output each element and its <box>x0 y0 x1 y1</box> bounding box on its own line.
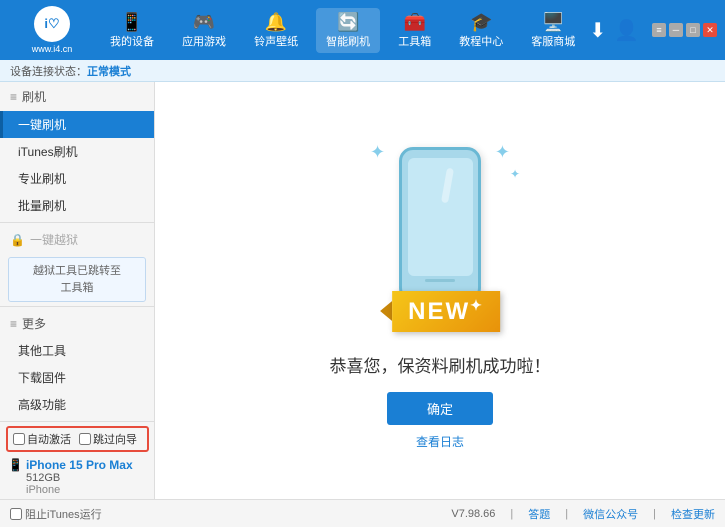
batch-flash-label: 批量刷机 <box>18 199 66 213</box>
sidebar-more-section: ≡ 更多 <box>0 310 154 337</box>
nav-toolbox[interactable]: 🧰 工具箱 <box>388 8 441 53</box>
nav-ringtones-label: 铃声壁纸 <box>254 33 298 49</box>
nav-apps-games[interactable]: 🎮 应用游戏 <box>172 8 236 53</box>
banner-left-arrow <box>380 301 392 321</box>
jailbreak-label: 一键越狱 <box>30 231 78 248</box>
itunes-checkbox[interactable] <box>10 508 22 520</box>
bottom-bar: 阻止iTunes运行 V7.98.66 | 答题 | 微信公众号 | 检查更新 <box>0 499 725 527</box>
phone-body <box>399 147 481 302</box>
sidebar-item-other-tools[interactable]: 其他工具 <box>0 337 154 364</box>
win-close-button[interactable]: ✕ <box>703 23 717 37</box>
nav-my-device-label: 我的设备 <box>110 33 154 49</box>
nav-tutorials-label: 教程中心 <box>459 33 503 49</box>
notice-line1: 越狱工具已跳转至 <box>33 265 121 277</box>
sidebar-item-batch-flash[interactable]: 批量刷机 <box>0 192 154 219</box>
nav-smart-flash[interactable]: 🔄 智能刷机 <box>316 8 380 53</box>
version-label: V7.98.66 <box>451 508 495 520</box>
auto-activate-checkbox[interactable] <box>13 433 25 445</box>
nav-tutorials[interactable]: 🎓 教程中心 <box>449 8 513 53</box>
auto-activate-label: 自动激活 <box>27 431 71 447</box>
device-panel: 自动激活 跳过向导 📱 iPhone 15 Pro Max 512GB iPho… <box>0 421 155 499</box>
device-type: iPhone <box>8 484 147 496</box>
sidebar-jailbreak-section: 🔒 一键越狱 <box>0 226 154 253</box>
notice-line2: 工具箱 <box>61 282 94 294</box>
win-max-button[interactable]: □ <box>686 23 700 37</box>
check-update-label[interactable]: 检查更新 <box>671 506 715 522</box>
toolbox-icon: 🧰 <box>403 12 425 33</box>
status-bar: 设备连接状态： 正常模式 <box>0 60 725 82</box>
confirm-button[interactable]: 确定 <box>387 392 493 425</box>
win-settings-button[interactable]: ≡ <box>652 23 666 37</box>
logo-subtitle: www.i4.cn <box>32 44 73 54</box>
nav-ringtones[interactable]: 🔔 铃声壁纸 <box>244 8 308 53</box>
logo-text: i♡ <box>44 16 59 32</box>
sidebar-flash-label: 刷机 <box>22 88 46 105</box>
view-log-link[interactable]: 查看日志 <box>416 433 464 450</box>
sidebar-item-itunes-flash[interactable]: iTunes刷机 <box>0 138 154 165</box>
phone-home-bar <box>425 279 455 282</box>
wechat-label[interactable]: 微信公众号 <box>583 506 638 522</box>
phone-icon: 📱 <box>121 12 143 33</box>
phone-illustration: ✦ ✦ ✦ NEW✦ <box>340 132 540 342</box>
guided-setup-label: 跳过向导 <box>93 431 137 447</box>
guided-setup-checkbox-label[interactable]: 跳过向导 <box>79 431 137 447</box>
ringtone-icon: 🔔 <box>265 12 287 33</box>
itunes-label: 阻止iTunes运行 <box>25 506 102 522</box>
device-info: 📱 iPhone 15 Pro Max 512GB iPhone <box>0 456 155 499</box>
device-name-row: 📱 iPhone 15 Pro Max <box>8 458 147 472</box>
sidebar-item-download-firmware[interactable]: 下载固件 <box>0 364 154 391</box>
device-name: iPhone 15 Pro Max <box>26 458 133 472</box>
new-star: ✦ <box>470 297 484 313</box>
flash-icon: 🔄 <box>337 12 359 33</box>
sidebar-item-advanced[interactable]: 高级功能 <box>0 391 154 418</box>
more-section-label: 更多 <box>22 315 46 332</box>
nav-smart-flash-label: 智能刷机 <box>326 33 370 49</box>
nav-my-device[interactable]: 📱 我的设备 <box>100 8 164 53</box>
jailbreak-notice: 越狱工具已跳转至 工具箱 <box>8 257 146 302</box>
device-storage: 512GB <box>8 472 147 484</box>
win-min-button[interactable]: ─ <box>669 23 683 37</box>
auto-activate-checkbox-label[interactable]: 自动激活 <box>13 431 71 447</box>
itunes-checkbox-label[interactable]: 阻止iTunes运行 <box>10 506 102 522</box>
user-icon[interactable]: 👤 <box>614 18 639 43</box>
nav-services-label: 客服商城 <box>531 33 575 49</box>
nav-services[interactable]: 🖥️ 客服商城 <box>521 8 585 53</box>
device-phone-icon: 📱 <box>8 458 23 472</box>
main-content: ✦ ✦ ✦ NEW✦ <box>155 82 725 499</box>
itunes-flash-label: iTunes刷机 <box>18 145 78 159</box>
new-banner-container: NEW✦ <box>380 291 500 332</box>
logo-icon: i♡ <box>34 6 70 42</box>
download-icon[interactable]: ⬇ <box>589 18 606 43</box>
services-icon: 🖥️ <box>542 12 564 33</box>
sparkle-left-icon: ✦ <box>370 142 385 163</box>
logo-area: i♡ www.i4.cn <box>8 6 96 54</box>
sparkle-small-icon: ✦ <box>510 167 520 181</box>
tutorials-icon: 🎓 <box>470 12 492 33</box>
pro-flash-label: 专业刷机 <box>18 172 66 186</box>
other-tools-label: 其他工具 <box>18 344 66 358</box>
sidebar-item-one-key-flash[interactable]: 一键刷机 <box>0 111 154 138</box>
sidebar-flash-section: ≡ 刷机 <box>0 82 154 111</box>
new-text: NEW <box>408 298 470 325</box>
nav-apps-games-label: 应用游戏 <box>182 33 226 49</box>
guided-setup-checkbox[interactable] <box>79 433 91 445</box>
success-message: 恭喜您，保资料刷机成功啦！ <box>330 352 551 377</box>
status-prefix: 设备连接状态： <box>10 63 87 79</box>
feedback-label[interactable]: 答题 <box>528 506 550 522</box>
sidebar-item-pro-flash[interactable]: 专业刷机 <box>0 165 154 192</box>
sidebar: ≡ 刷机 一键刷机 iTunes刷机 专业刷机 批量刷机 🔒 一键越狱 <box>0 82 155 499</box>
download-firmware-label: 下载固件 <box>18 371 66 385</box>
status-value: 正常模式 <box>87 63 131 79</box>
phone-screen <box>408 158 473 276</box>
new-badge: NEW✦ <box>392 291 500 332</box>
nav-toolbox-label: 工具箱 <box>398 33 431 49</box>
apps-icon: 🎮 <box>193 12 215 33</box>
advanced-label: 高级功能 <box>18 398 66 412</box>
auto-activate-row: 自动激活 跳过向导 <box>6 426 149 452</box>
one-key-flash-label: 一键刷机 <box>18 118 66 132</box>
sparkle-right-icon: ✦ <box>495 142 510 163</box>
